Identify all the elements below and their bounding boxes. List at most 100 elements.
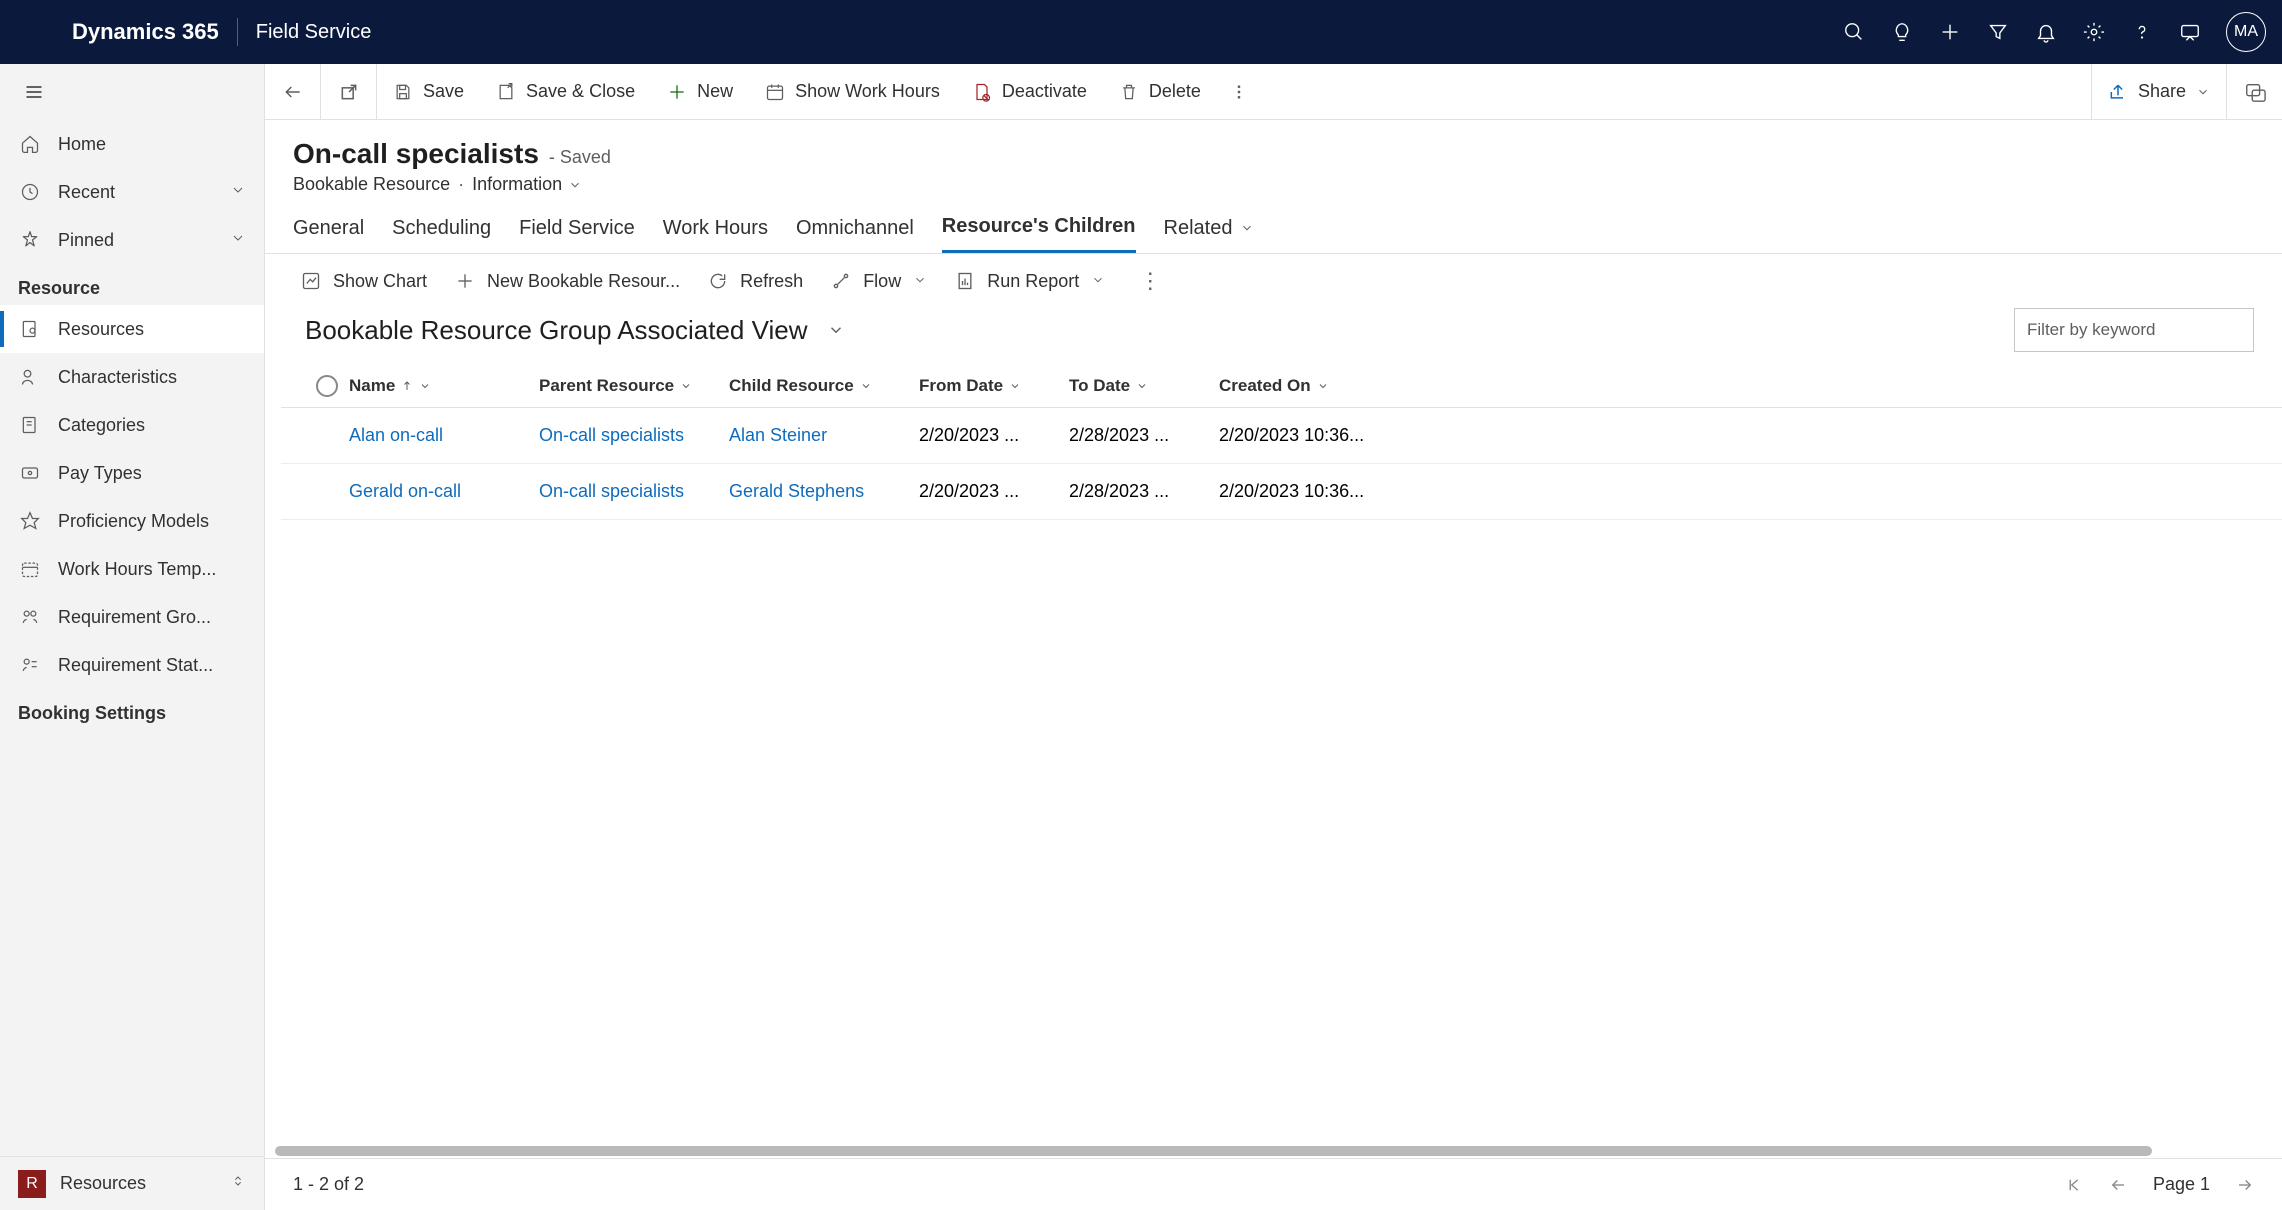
nav-pinned-label: Pinned: [58, 230, 114, 251]
nav-label: Proficiency Models: [58, 511, 209, 532]
tab-work-hours[interactable]: Work Hours: [663, 215, 768, 253]
refresh-button[interactable]: Refresh: [708, 271, 803, 292]
delete-label: Delete: [1149, 81, 1201, 102]
avatar[interactable]: MA: [2226, 12, 2266, 52]
nav-label: Pay Types: [58, 463, 142, 484]
first-page-icon[interactable]: [2065, 1176, 2083, 1194]
hamburger-icon[interactable]: [0, 64, 264, 120]
col-created[interactable]: Created On: [1219, 376, 1409, 396]
nav-home[interactable]: Home: [0, 120, 264, 168]
row-name[interactable]: Gerald on-call: [349, 481, 539, 502]
nav-label: Requirement Gro...: [58, 607, 211, 628]
form-tabs: General Scheduling Field Service Work Ho…: [265, 195, 2282, 254]
row-parent[interactable]: On-call specialists: [539, 425, 729, 446]
nav-categories[interactable]: Categories: [0, 401, 264, 449]
plus-icon[interactable]: [1926, 8, 1974, 56]
popout-button[interactable]: [321, 64, 377, 119]
next-page-icon[interactable]: [2236, 1176, 2254, 1194]
nav-req-groups[interactable]: Requirement Gro...: [0, 593, 264, 641]
col-parent[interactable]: Parent Resource: [539, 376, 729, 396]
row-created: 2/20/2023 10:36...: [1219, 425, 1409, 446]
nav-characteristics[interactable]: Characteristics: [0, 353, 264, 401]
row-parent[interactable]: On-call specialists: [539, 481, 729, 502]
col-from[interactable]: From Date: [919, 376, 1069, 396]
subgrid-command-bar: Show Chart New Bookable Resour... Refres…: [265, 254, 2282, 304]
sort-asc-icon: [401, 380, 413, 392]
new-child-button[interactable]: New Bookable Resour...: [455, 271, 680, 292]
divider: [237, 18, 238, 46]
chevron-down-icon: [913, 271, 927, 292]
tab-related[interactable]: Related: [1164, 215, 1255, 253]
delete-button[interactable]: Delete: [1103, 64, 1217, 119]
deactivate-label: Deactivate: [1002, 81, 1087, 102]
bell-icon[interactable]: [2022, 8, 2070, 56]
row-to: 2/28/2023 ...: [1069, 481, 1219, 502]
chevron-down-icon: [230, 230, 246, 251]
chevron-down-icon: [419, 380, 431, 392]
assistant-panel-button[interactable]: [2226, 64, 2282, 119]
nav-req-status[interactable]: Requirement Stat...: [0, 641, 264, 689]
chevron-down-icon[interactable]: [827, 321, 845, 339]
save-button[interactable]: Save: [377, 64, 480, 119]
share-button[interactable]: Share: [2091, 64, 2226, 119]
nav-label: Categories: [58, 415, 145, 436]
back-button[interactable]: [265, 64, 321, 119]
row-child[interactable]: Alan Steiner: [729, 425, 919, 446]
row-from: 2/20/2023 ...: [919, 425, 1069, 446]
nav-work-hours-temp[interactable]: Work Hours Temp...: [0, 545, 264, 593]
filter-icon[interactable]: [1974, 8, 2022, 56]
nav-pinned[interactable]: Pinned: [0, 216, 264, 264]
prev-page-icon[interactable]: [2109, 1176, 2127, 1194]
tab-resources-children[interactable]: Resource's Children: [942, 215, 1136, 253]
nav-pay-types[interactable]: Pay Types: [0, 449, 264, 497]
app-name-label: Field Service: [256, 21, 372, 44]
col-to[interactable]: To Date: [1069, 376, 1219, 396]
tab-scheduling[interactable]: Scheduling: [392, 215, 491, 253]
tab-general[interactable]: General: [293, 215, 364, 253]
lightbulb-icon[interactable]: [1878, 8, 1926, 56]
col-child[interactable]: Child Resource: [729, 376, 919, 396]
overflow-button[interactable]: [1217, 64, 1261, 119]
nav-recent[interactable]: Recent: [0, 168, 264, 216]
show-work-hours-button[interactable]: Show Work Hours: [749, 64, 956, 119]
area-switcher[interactable]: R Resources: [0, 1156, 264, 1210]
row-child[interactable]: Gerald Stephens: [729, 481, 919, 502]
table-row[interactable]: Alan on-call On-call specialists Alan St…: [281, 408, 2282, 464]
form-selector[interactable]: Information: [472, 174, 582, 195]
form-label: Information: [472, 174, 562, 195]
select-all[interactable]: [305, 375, 349, 397]
sidebar: Home Recent Pinned Resource Resources Ch…: [0, 64, 265, 1210]
show-chart-button[interactable]: Show Chart: [301, 271, 427, 292]
search-icon[interactable]: [1830, 8, 1878, 56]
run-report-button[interactable]: Run Report: [955, 271, 1105, 292]
col-name[interactable]: Name: [349, 376, 539, 396]
nav-proficiency[interactable]: Proficiency Models: [0, 497, 264, 545]
subgrid-overflow[interactable]: ⋮: [1133, 268, 1167, 294]
horizontal-scrollbar[interactable]: [275, 1142, 2272, 1158]
tab-field-service[interactable]: Field Service: [519, 215, 635, 253]
section-resource: Resource: [0, 264, 264, 305]
row-name[interactable]: Alan on-call: [349, 425, 539, 446]
record-title: On-call specialists: [293, 138, 539, 170]
nav-resources[interactable]: Resources: [0, 305, 264, 353]
view-header: Bookable Resource Group Associated View: [265, 304, 2282, 364]
nav-home-label: Home: [58, 134, 106, 155]
flow-button[interactable]: Flow: [831, 271, 927, 292]
save-close-button[interactable]: Save & Close: [480, 64, 651, 119]
row-to: 2/28/2023 ...: [1069, 425, 1219, 446]
new-label: New: [697, 81, 733, 102]
nav-label: Resources: [58, 319, 144, 340]
chevron-down-icon: [568, 178, 582, 192]
record-count: 1 - 2 of 2: [293, 1174, 364, 1195]
settings-icon[interactable]: [2070, 8, 2118, 56]
help-icon[interactable]: [2118, 8, 2166, 56]
assistant-icon[interactable]: [2166, 8, 2214, 56]
deactivate-button[interactable]: Deactivate: [956, 64, 1103, 119]
filter-input[interactable]: [2014, 308, 2254, 352]
table-row[interactable]: Gerald on-call On-call specialists Geral…: [281, 464, 2282, 520]
new-button[interactable]: New: [651, 64, 749, 119]
page-label: Page 1: [2153, 1174, 2210, 1195]
grid-footer: 1 - 2 of 2 Page 1: [265, 1158, 2282, 1210]
view-title[interactable]: Bookable Resource Group Associated View: [305, 315, 807, 346]
tab-omnichannel[interactable]: Omnichannel: [796, 215, 914, 253]
